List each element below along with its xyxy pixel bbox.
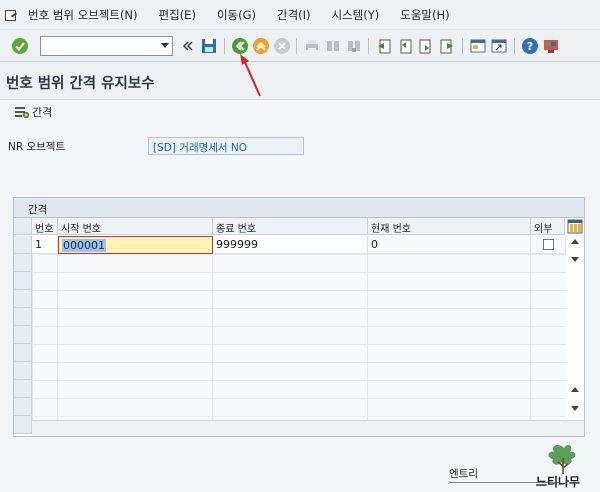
toolbar-separator [368,38,369,54]
find-icon[interactable] [324,37,342,55]
annotation-arrow-icon [240,54,261,97]
menu-bar: 번호 범위 오브젝트(N) 편집(E) 이동(G) 간격(I) 시스템(Y) 도… [0,0,600,30]
empty-rows-area [32,254,566,434]
external-cell [531,236,566,254]
menu-item-number-range-object[interactable]: 번호 범위 오브젝트(N) [28,7,138,23]
row-selector[interactable] [14,290,32,308]
col-header-external[interactable]: 외부 [531,218,565,235]
col-header-end[interactable]: 종료 번호 [213,218,368,235]
toolbar-separator [224,38,225,54]
select-all-cell[interactable] [14,218,32,235]
end-number-input[interactable]: 999999 [213,236,368,254]
row-selector[interactable] [14,326,32,344]
title-bar: 번호 범위 간격 유지보수 [0,62,600,100]
cancel-icon[interactable] [273,37,291,55]
row-selector[interactable] [14,398,32,416]
col-divider [212,254,213,434]
toolbar-separator [296,38,297,54]
menu-item-interval[interactable]: 간격(I) [277,7,311,23]
panel-header: 간격 [14,198,584,218]
current-number-field: 0 [368,236,531,254]
menu-item-goto[interactable]: 이동(G) [217,7,256,23]
row-selector[interactable] [14,344,32,362]
horizontal-scrollbar[interactable] [32,420,584,436]
col-divider [367,254,368,434]
chevron-down-icon[interactable] [161,43,169,48]
print-icon[interactable] [303,37,321,55]
scroll-up-icon[interactable] [571,387,579,392]
row-selector[interactable] [14,380,32,398]
page-title: 번호 범위 간격 유지보수 [6,76,155,92]
row-number-cell: 1 [32,236,58,254]
row-selector[interactable] [14,416,32,434]
customize-icon[interactable] [542,37,560,55]
col-header-start[interactable]: 시작 번호 [58,218,213,235]
next-page-icon[interactable] [417,37,435,55]
check-icon[interactable] [11,37,29,55]
start-number-value: 000001 [62,239,106,252]
row-selector[interactable] [14,272,32,290]
shortcut-icon[interactable] [490,37,508,55]
row-selector[interactable] [14,362,32,380]
scroll-down-icon[interactable] [571,257,579,262]
watermark-text: 느티나무 [536,474,580,489]
col-header-current[interactable]: 현재 번호 [368,218,531,235]
application-toolbar: 간격 [0,100,600,124]
table-settings-icon[interactable] [566,218,584,235]
command-field[interactable] [40,36,173,56]
back-icon[interactable] [179,37,197,55]
find-next-icon[interactable] [345,37,363,55]
help-icon[interactable]: ? [521,37,539,55]
start-number-input[interactable]: 000001 [58,236,213,254]
external-checkbox[interactable] [543,239,554,250]
menu-item-help[interactable]: 도움말(H) [400,7,449,23]
row-selector[interactable] [14,236,32,254]
watermark-logo: 느티나무 [536,445,580,489]
col-divider [530,254,531,434]
panel-title: 간격 [28,204,48,216]
row-selector[interactable] [14,308,32,326]
interval-button[interactable]: 간격 [14,104,52,120]
system-menu-icon[interactable] [4,8,18,22]
scroll-down-icon[interactable] [571,406,579,411]
svg-text:?: ? [527,40,533,53]
toolbar-separator [514,38,515,54]
vertical-scrollbar[interactable] [566,235,584,421]
toolbar-separator [462,38,463,54]
menu-item-system[interactable]: 시스템(Y) [332,7,380,23]
col-header-no[interactable]: 번호 [32,218,58,235]
new-session-icon[interactable] [469,37,487,55]
add-interval-icon [15,107,30,119]
standard-toolbar: ? [0,30,600,62]
first-page-icon[interactable] [375,37,393,55]
interval-button-label: 간격 [32,106,53,119]
interval-table-panel: 간격 번호 시작 번호 종료 번호 현재 번호 외부 1 000001 9999… [13,197,585,437]
save-icon[interactable] [200,37,218,55]
col-divider [57,254,58,434]
row-selector[interactable] [14,254,32,272]
menu-item-edit[interactable]: 편집(E) [159,7,196,23]
prev-page-icon[interactable] [396,37,414,55]
nr-object-label: NR 오브젝트 [8,141,66,153]
scroll-up-icon[interactable] [571,239,579,244]
last-page-icon[interactable] [438,37,456,55]
nr-object-field: [SD] 거래명세서 NO [148,137,304,155]
entry-label: 엔트리 [449,468,478,480]
